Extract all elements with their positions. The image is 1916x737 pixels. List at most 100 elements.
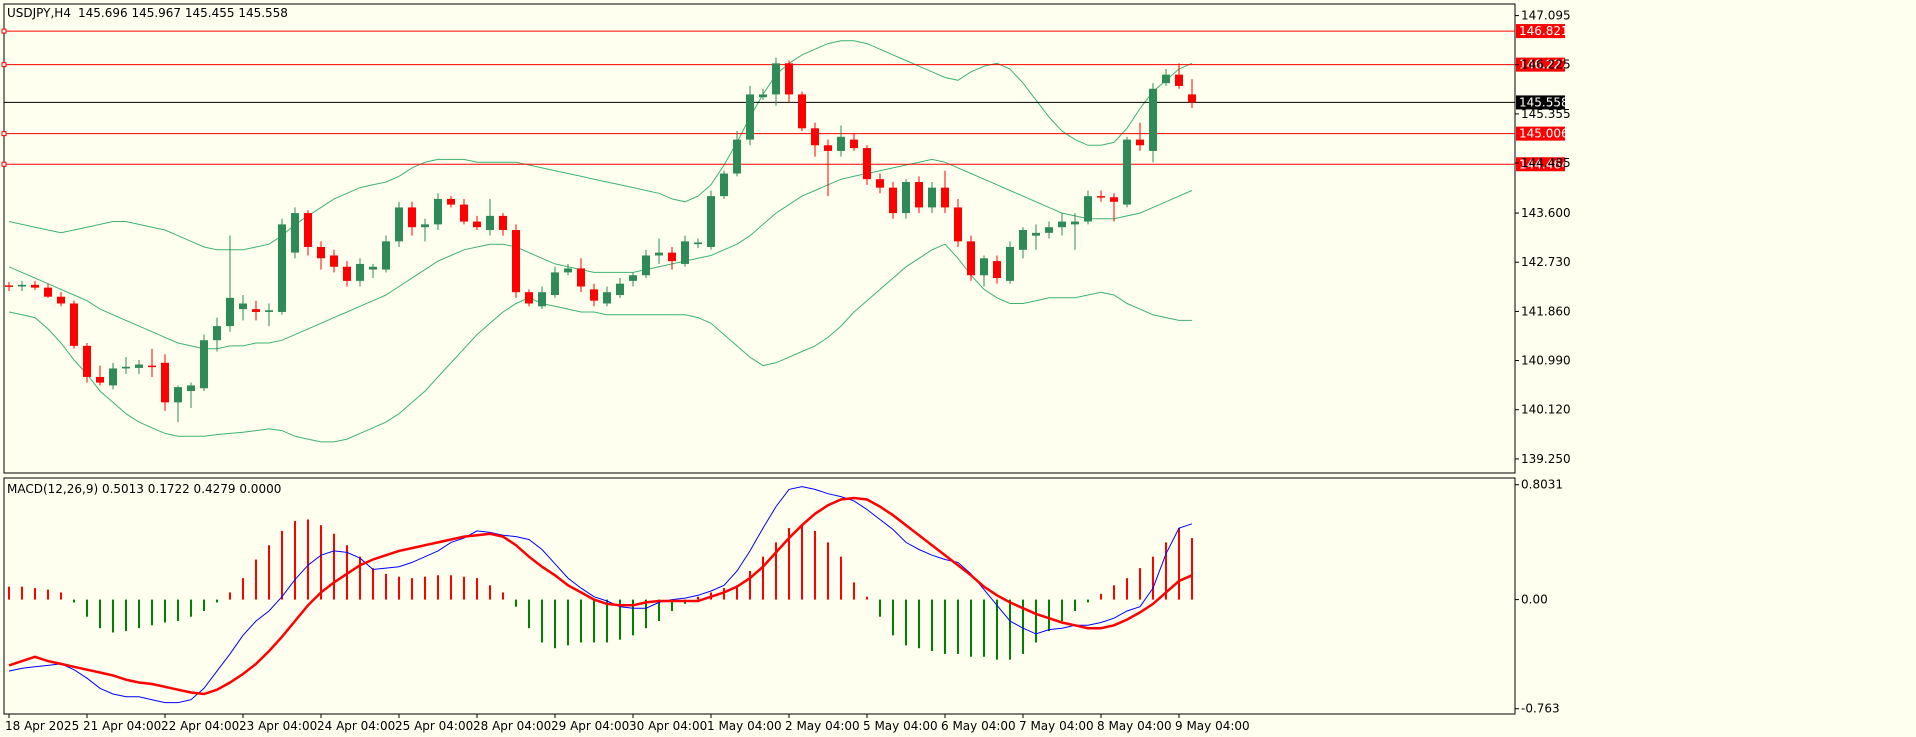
price-tick-label: 146.225: [1521, 58, 1571, 72]
candle: [785, 60, 793, 103]
candle: [460, 198, 468, 225]
candle-body: [772, 63, 780, 95]
candle: [486, 198, 494, 236]
candle: [44, 283, 52, 298]
candle-body: [707, 196, 715, 247]
candle: [746, 85, 754, 146]
candle-body: [369, 266, 377, 270]
candle-body: [200, 340, 208, 389]
candle: [915, 176, 923, 214]
price-tick-label: 147.095: [1521, 9, 1571, 23]
candle-body: [538, 292, 546, 307]
candle: [57, 292, 65, 307]
candle-body: [824, 145, 832, 151]
candle: [265, 303, 273, 327]
candle: [343, 261, 351, 287]
candle: [1071, 213, 1079, 250]
candle: [980, 255, 988, 287]
candle-body: [915, 181, 923, 208]
candle: [577, 258, 585, 293]
candle: [70, 300, 78, 349]
candle: [96, 365, 104, 386]
candle-body: [551, 272, 559, 296]
candle: [551, 266, 559, 298]
candle-body: [187, 385, 195, 392]
candle: [1032, 224, 1040, 250]
candle: [642, 249, 650, 279]
candle-body: [265, 310, 273, 312]
candle: [1045, 221, 1053, 239]
candle: [5, 282, 13, 292]
candle: [512, 224, 520, 298]
level-price-label: 145.006: [1519, 127, 1569, 141]
candle-body: [460, 204, 468, 222]
candle-body: [642, 255, 650, 276]
candle-body: [434, 198, 442, 225]
candle: [707, 190, 715, 250]
candle-body: [1045, 227, 1053, 233]
candle-body: [590, 289, 598, 301]
candle-body: [655, 252, 663, 256]
level-anchor[interactable]: [1, 131, 7, 137]
candle-body: [798, 94, 806, 129]
candle: [200, 334, 208, 392]
candle-body: [148, 365, 156, 368]
candle-body: [356, 263, 364, 281]
candle: [694, 238, 702, 249]
candle: [382, 235, 390, 273]
candle: [941, 170, 949, 214]
level-anchor[interactable]: [1, 62, 7, 68]
candle: [408, 201, 416, 236]
candle: [330, 249, 338, 273]
candle-body: [304, 213, 312, 247]
macd-tick-label: 0.00: [1521, 593, 1548, 607]
candle-body: [525, 292, 533, 304]
time-label: 21 Apr 04:00: [83, 719, 161, 733]
candle-body: [1084, 196, 1092, 222]
level-anchor[interactable]: [1, 161, 7, 167]
time-axis: 18 Apr 2025 21 Apr 04:00 22 Apr 04:00 23 Ap…: [5, 714, 1250, 733]
horizontal-levels[interactable]: 146.821146.227145.006144.464145.558: [1, 24, 1569, 172]
time-label: 8 May 04:00: [1097, 719, 1172, 733]
candle: [525, 289, 533, 307]
candle-body: [109, 368, 117, 386]
candle-body: [681, 241, 689, 264]
candle-body: [291, 213, 299, 253]
candle: [1097, 190, 1105, 202]
candle: [31, 280, 39, 290]
candle-body: [876, 179, 884, 188]
candle-body: [382, 241, 390, 270]
candle-body: [759, 94, 767, 98]
candle: [18, 280, 26, 292]
candle: [655, 238, 663, 264]
candle: [590, 283, 598, 307]
candle-body: [863, 148, 871, 180]
candle: [1084, 190, 1092, 225]
candle: [993, 255, 1001, 284]
level-anchor[interactable]: [1, 28, 7, 34]
time-label: 24 Apr 04:00: [317, 719, 395, 733]
time-label: 6 May 04:00: [941, 719, 1016, 733]
candle-body: [226, 297, 234, 327]
time-label: 1 May 04:00: [707, 719, 782, 733]
price-axis: 147.095 146.225 145.355 144.485 143.600 142.7…: [1515, 9, 1571, 716]
price-tick-label: 142.730: [1521, 255, 1571, 269]
candle: [681, 235, 689, 267]
candle: [473, 215, 481, 231]
candle: [395, 201, 403, 247]
trading-chart[interactable]: 146.821146.227145.006144.464145.558 147.…: [0, 0, 1916, 737]
candle-body: [44, 287, 52, 297]
candle-body: [252, 309, 260, 312]
candle-body: [811, 128, 819, 146]
bb-upper-line: [8, 40, 1193, 251]
candle: [148, 348, 156, 377]
candle-body: [1058, 221, 1066, 228]
candle: [1006, 241, 1014, 284]
candle-body: [902, 181, 910, 214]
candle-body: [330, 255, 338, 267]
price-tick-label: 140.990: [1521, 354, 1571, 368]
candle: [850, 133, 858, 151]
candle-body: [395, 207, 403, 242]
candle-body: [564, 268, 572, 273]
candle-body: [1019, 230, 1027, 250]
